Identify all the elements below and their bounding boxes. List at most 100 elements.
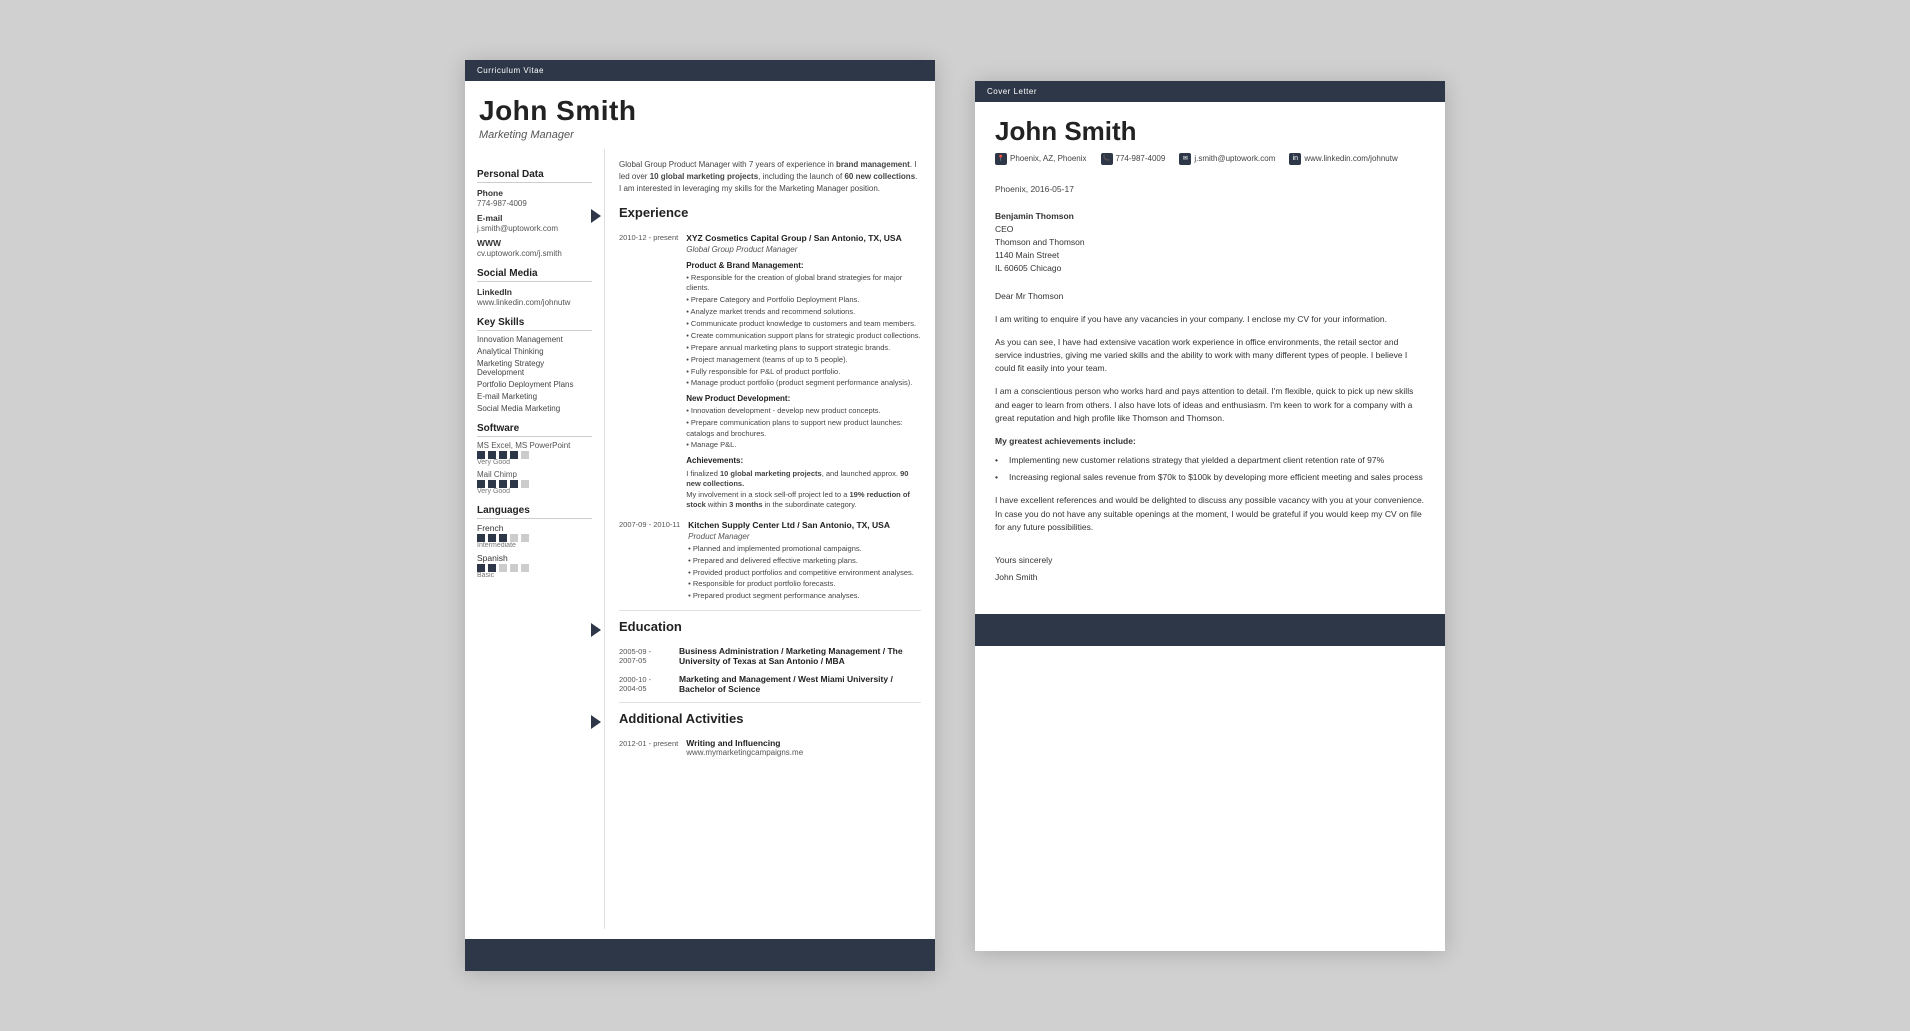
cl-phone: 📞 774-987-4009 [1101, 153, 1166, 165]
exp-bullet: • Prepare annual marketing plans to supp… [686, 343, 921, 354]
edu-item: 2000-10 - 2004-05 Marketing and Managemen… [619, 674, 921, 694]
skill-level: Very Good [477, 459, 592, 466]
cl-para-2: As you can see, I have had extensive vac… [995, 336, 1425, 376]
cl-name-section: John Smith 📍 Phoenix, AZ, Phoenix 📞 774-… [975, 102, 1445, 173]
linkedin-icon: in [1289, 153, 1301, 165]
cover-letter-document: Cover Letter John Smith 📍 Phoenix, AZ, P… [975, 81, 1445, 951]
activity-content: Writing and Influencingwww.mymarketingca… [686, 738, 803, 757]
exp-sub-heading: Product & Brand Management: [686, 260, 921, 272]
language-bar [477, 534, 592, 542]
language-dot [521, 564, 529, 572]
edu-content: Business Administration / Marketing Mana… [679, 646, 921, 666]
cv-footer [465, 939, 935, 971]
language-level: Intermediate [477, 542, 592, 549]
language-bar [477, 564, 592, 572]
activity-detail: www.mymarketingcampaigns.me [686, 748, 803, 757]
exp-date: 2010-12 - present [619, 232, 678, 511]
language-dot [488, 534, 496, 542]
cl-footer-area: Yours sincerely John Smith [995, 544, 1425, 584]
exp-bullet: • Communicate product knowledge to custo… [686, 319, 921, 330]
education-section-header: Education [605, 619, 921, 640]
exp-bullet: • Project management (teams of up to 5 p… [686, 355, 921, 366]
cl-signature: John Smith [995, 571, 1425, 584]
language-dot [499, 534, 507, 542]
skill-item: Marketing Strategy Development [477, 359, 592, 377]
cl-recipient-title: CEO [995, 223, 1425, 236]
cl-footer [975, 614, 1445, 646]
location-icon: 📍 [995, 153, 1007, 165]
exp-company: Kitchen Supply Center Ltd / San Antonio,… [688, 519, 921, 531]
edu-degree: Business Administration / Marketing Mana… [679, 646, 921, 666]
exp-bullet: • Analyze market trends and recommend so… [686, 307, 921, 318]
skill-item: Analytical Thinking [477, 347, 592, 356]
exp-bullet: • Fully responsible for P&L of product p… [686, 367, 921, 378]
cv-title: Marketing Manager [479, 129, 921, 141]
skills-list: Innovation Management Analytical Thinking… [477, 335, 592, 413]
exp-sub-heading: New Product Development: [686, 393, 921, 405]
language-dot [477, 534, 485, 542]
activities-section-header: Additional Activities [605, 711, 921, 732]
cl-recipient-company: Thomson and Thomson [995, 236, 1425, 249]
edu-date: 2000-10 - 2004-05 [619, 674, 671, 694]
skill-dot [510, 451, 518, 459]
cv-sidebar: Personal Data Phone 774-987-4009 E-mail … [465, 149, 605, 929]
exp-bullet: • Provided product portfolios and compet… [688, 568, 921, 579]
cl-header-label: Cover Letter [987, 87, 1037, 96]
exp-bullet: • Prepared product segment performance a… [688, 591, 921, 602]
language-dot [510, 564, 518, 572]
cl-para-3: I am a conscientious person who works ha… [995, 385, 1425, 425]
email-icon: ✉ [1179, 153, 1191, 165]
languages-list: French Intermediate SpanishBasic [477, 523, 592, 579]
cl-para-1: I am writing to enquire if you have any … [995, 313, 1425, 326]
cl-email: ✉ j.smith@uptowork.com [1179, 153, 1275, 165]
skill-dot [521, 480, 529, 488]
activity-title: Writing and Influencing [686, 738, 803, 748]
www-label: WWW [477, 238, 592, 248]
language-item: SpanishBasic [477, 553, 592, 579]
cl-contact-row: 📍 Phoenix, AZ, Phoenix 📞 774-987-4009 ✉ … [995, 153, 1425, 165]
education-list: 2005-09 - 2007-05 Business Administration… [619, 646, 921, 694]
exp-bullet: • Create communication support plans for… [686, 331, 921, 342]
software-list: MS Excel, MS PowerPointVery Good Mail Chi… [477, 441, 592, 495]
exp-bullet: • Prepare communication plans to support… [686, 418, 921, 440]
key-skills-heading: Key Skills [477, 317, 592, 331]
cv-body: Personal Data Phone 774-987-4009 E-mail … [465, 149, 935, 929]
skill-item: Innovation Management [477, 335, 592, 344]
software-item: MS Excel, MS PowerPointVery Good [477, 441, 592, 466]
cv-name: John Smith [479, 95, 921, 127]
exp-bullet: • Responsible for the creation of global… [686, 273, 921, 295]
cl-header-bar: Cover Letter [975, 81, 1445, 102]
cl-achievements-list: •Implementing new customer relations str… [995, 454, 1425, 484]
skill-dot [477, 451, 485, 459]
experience-section-header: Experience [605, 205, 921, 226]
email-value: j.smith@uptowork.com [477, 224, 592, 233]
language-level: Basic [477, 572, 592, 579]
experience-heading: Experience [619, 205, 688, 220]
exp-bullet: • Prepare Category and Portfolio Deploym… [686, 295, 921, 306]
cl-recipient-name: Benjamin Thomson [995, 210, 1425, 223]
exp-content: Kitchen Supply Center Ltd / San Antonio,… [688, 519, 921, 602]
language-name: French [477, 523, 592, 533]
software-item: Mail ChimpVery Good [477, 470, 592, 495]
exp-bullet: • Manage product portfolio (product segm… [686, 378, 921, 389]
skill-bar [477, 451, 592, 459]
software-name: Mail Chimp [477, 470, 592, 479]
cl-linkedin-text: www.linkedin.com/johnutw [1304, 154, 1397, 163]
cv-name-section: John Smith Marketing Manager [465, 81, 935, 149]
exp-bullet: • Manage P&L. [686, 440, 921, 451]
edu-content: Marketing and Management / West Miami Un… [679, 674, 921, 694]
exp-bullet: • Prepared and delivered effective marke… [688, 556, 921, 567]
edu-date: 2005-09 - 2007-05 [619, 646, 671, 666]
cl-achievement-text: Increasing regional sales revenue from $… [1009, 471, 1423, 484]
phone-icon: 📞 [1101, 153, 1113, 165]
cl-name: John Smith [995, 116, 1425, 147]
linkedin-value: www.linkedin.com/johnutw [477, 298, 592, 307]
exp-sub-heading: Achievements: [686, 455, 921, 467]
education-heading: Education [619, 619, 682, 634]
cl-achievement-bullet: •Implementing new customer relations str… [995, 454, 1425, 467]
skill-dot [488, 480, 496, 488]
education-arrow [591, 623, 601, 637]
skill-dot [499, 451, 507, 459]
skill-item: Social Media Marketing [477, 404, 592, 413]
exp-bullet: • Innovation development - develop new p… [686, 406, 921, 417]
